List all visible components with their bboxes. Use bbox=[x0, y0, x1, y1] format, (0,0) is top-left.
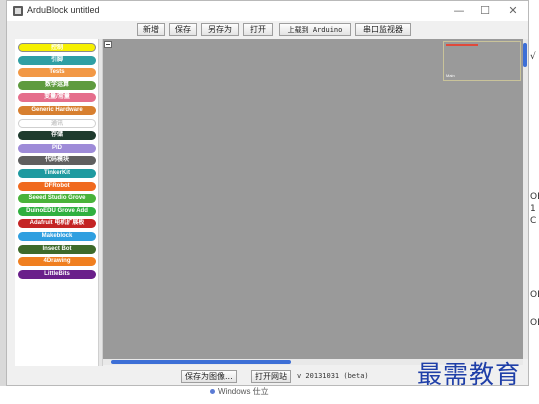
collapse-palette-button[interactable] bbox=[104, 41, 112, 48]
save-as-image-button[interactable]: 保存为图像... bbox=[181, 370, 237, 383]
palette-category[interactable]: 代码模块 bbox=[18, 156, 96, 166]
version-label: v 20131031 (beta) bbox=[297, 372, 369, 380]
ardublock-window: ArduBlock untitled — ☐ ✕ 新增 保存 另存为 打开 上载… bbox=[6, 0, 529, 386]
upload-to-arduino-button[interactable]: 上载到 Arduino bbox=[279, 23, 351, 36]
background-mark: 1 bbox=[530, 204, 536, 214]
background-mark: OE bbox=[530, 290, 539, 300]
palette-category[interactable]: 4Drawing bbox=[18, 257, 96, 267]
serial-monitor-button[interactable]: 串口监视器 bbox=[355, 23, 411, 36]
vertical-scrollbar[interactable] bbox=[523, 39, 528, 359]
save-as-button[interactable]: 另存为 bbox=[201, 23, 239, 36]
open-button[interactable]: 打开 bbox=[243, 23, 273, 36]
palette-category[interactable]: DuinoEDU Grove Add bbox=[18, 206, 96, 216]
palette-category[interactable]: Adafruit 电机扩展板 bbox=[18, 219, 96, 229]
palette-category[interactable]: Makeblock bbox=[18, 232, 96, 241]
taskbar-item-label: Windows 仕立 bbox=[218, 387, 269, 396]
block-palette: 控制引脚 Tests 数学运算变量/常量 Generic Hardware 通讯存储 PI… bbox=[15, 39, 98, 366]
toolbar: 新增 保存 另存为 打开 上载到 Arduino 串口监视器 bbox=[7, 21, 528, 38]
palette-category[interactable]: PID bbox=[18, 143, 96, 153]
watermark: 最需教育 bbox=[417, 360, 522, 389]
palette-category[interactable]: 控制 bbox=[18, 43, 96, 52]
background-mark: C bbox=[530, 216, 537, 226]
maximize-button[interactable]: ☐ bbox=[474, 3, 496, 19]
new-button[interactable]: 新增 bbox=[137, 23, 165, 36]
background-mark: OE bbox=[530, 318, 539, 328]
title-bar: ArduBlock untitled — ☐ ✕ bbox=[7, 1, 528, 21]
workspace-canvas[interactable] bbox=[103, 39, 523, 359]
palette-category[interactable]: 引脚 bbox=[18, 55, 96, 65]
app-icon bbox=[13, 6, 23, 16]
palette-category[interactable]: Seeed Studio Grove bbox=[18, 194, 96, 204]
workspace-minimap[interactable]: Main bbox=[443, 41, 521, 81]
close-button[interactable]: ✕ bbox=[502, 3, 524, 19]
minimize-button[interactable]: — bbox=[448, 3, 470, 19]
palette-category[interactable]: DFRobot bbox=[18, 181, 96, 191]
window-title: ArduBlock untitled bbox=[27, 5, 100, 15]
palette-category[interactable]: 存储 bbox=[18, 131, 96, 141]
palette-category[interactable]: TinkerKit bbox=[18, 169, 96, 178]
background-desktop-strip: √ OE 1 C OE OE bbox=[529, 0, 539, 404]
taskbar-item[interactable]: Windows 仕立 bbox=[210, 386, 269, 397]
palette-category[interactable]: Tests bbox=[18, 68, 96, 78]
palette-category[interactable]: 通讯 bbox=[18, 118, 96, 128]
save-button[interactable]: 保存 bbox=[169, 23, 197, 36]
minimap-label: Main bbox=[446, 73, 455, 78]
open-website-button[interactable]: 打开网站 bbox=[251, 370, 291, 383]
vertical-scroll-thumb[interactable] bbox=[523, 43, 527, 67]
palette-category[interactable]: Insect Bot bbox=[18, 244, 96, 254]
windows-icon bbox=[210, 389, 215, 395]
palette-category[interactable]: 数学运算 bbox=[18, 80, 96, 90]
background-mark: √ bbox=[530, 52, 536, 62]
palette-category[interactable]: Generic Hardware bbox=[18, 106, 96, 115]
background-mark: OE bbox=[530, 192, 539, 202]
minimap-viewport[interactable] bbox=[446, 44, 478, 46]
palette-category[interactable]: LittleBits bbox=[18, 269, 96, 279]
horizontal-scroll-thumb[interactable] bbox=[111, 360, 291, 364]
palette-category[interactable]: 变量/常量 bbox=[18, 93, 96, 103]
